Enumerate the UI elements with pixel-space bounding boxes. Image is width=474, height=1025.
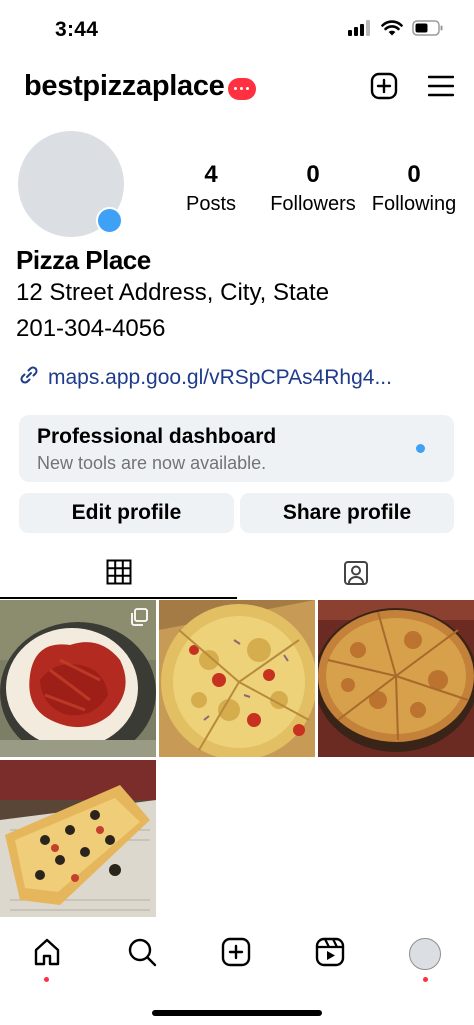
profile-phone: 201-304-4056 [16,315,166,342]
followers-label: Followers [270,193,356,215]
edit-profile-button[interactable]: Edit profile [19,493,234,533]
username-switcher[interactable]: bestpizzaplace [24,70,256,103]
nav-profile[interactable] [405,934,445,974]
search-icon [127,937,157,972]
reels-icon [315,937,345,972]
profile-address: 12 Street Address, City, State [16,279,330,306]
wifi-icon [381,20,403,41]
status-time: 3:44 [55,18,99,41]
profile-header: bestpizzaplace [0,62,474,118]
followers-count: 0 [306,161,320,188]
nav-search[interactable] [122,934,162,974]
dashboard-subtitle: New tools are now available. [37,453,267,473]
create-post-icon[interactable] [370,72,398,105]
nav-create[interactable] [216,934,256,974]
new-indicator-dot [416,444,425,453]
posts-count: 4 [204,161,218,188]
nav-home[interactable] [27,934,67,974]
post-thumbnail[interactable] [318,600,474,757]
home-indicator[interactable] [152,1010,322,1016]
cellular-signal-icon [348,20,372,41]
battery-icon [412,20,444,41]
home-notification-dot [44,977,49,982]
dashboard-title: Professional dashboard [37,425,277,448]
link-icon [18,364,40,392]
content-tabs [0,552,474,599]
status-icons [348,20,444,41]
professional-dashboard-card[interactable]: Professional dashboard New tools are now… [19,415,454,482]
carousel-icon [130,608,148,626]
profile-website-link[interactable]: maps.app.goo.gl/vRSpCPAs4Rhg4... [18,364,392,392]
status-bar: 3:44 [0,0,474,62]
nav-reels[interactable] [310,934,350,974]
tab-tagged[interactable] [237,552,474,598]
profile-notification-dot [423,977,428,982]
tagged-icon [342,559,370,592]
following-count: 0 [407,161,421,188]
add-story-icon[interactable] [96,207,123,234]
profile-display-name: Pizza Place [16,245,151,275]
post-thumbnail[interactable] [159,600,315,757]
share-profile-button[interactable]: Share profile [240,493,454,533]
stat-posts[interactable]: 4 Posts [170,161,252,216]
grid-icon [106,559,132,590]
posts-label: Posts [185,193,237,215]
notification-bubble-icon[interactable] [227,77,256,100]
post-thumbnail[interactable] [0,600,156,757]
home-icon [32,937,62,972]
post-thumbnail[interactable] [0,760,156,917]
menu-icon[interactable] [427,75,455,102]
stat-following[interactable]: 0 Following [369,161,459,216]
link-text[interactable]: maps.app.goo.gl/vRSpCPAs4Rhg4... [48,366,392,390]
profile-avatar-icon [409,938,441,970]
tab-posts-grid[interactable] [0,552,237,599]
username[interactable]: bestpizzaplace [24,70,225,103]
create-icon [221,937,251,972]
bottom-navigation [0,930,474,990]
profile-stats: 4 Posts 0 Followers 0 Following [170,161,460,216]
following-label: Following [371,193,457,215]
stat-followers[interactable]: 0 Followers [257,161,369,216]
